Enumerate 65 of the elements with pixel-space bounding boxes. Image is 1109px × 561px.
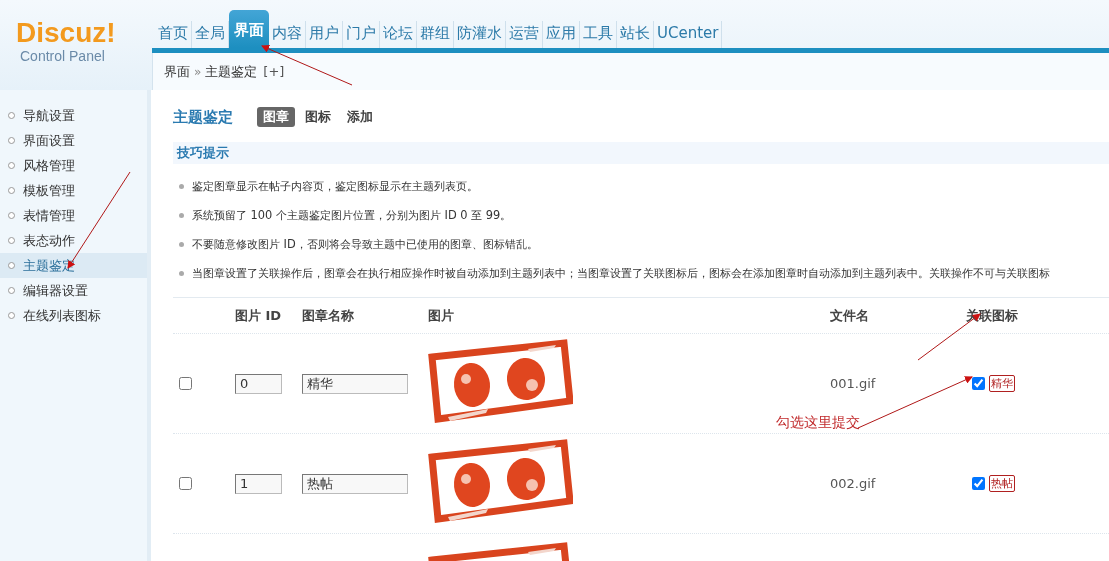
tab[interactable]: 图章 bbox=[257, 107, 295, 127]
stamp-badge: 热帖 bbox=[989, 475, 1015, 492]
link-icon-checkbox[interactable] bbox=[972, 377, 985, 390]
breadcrumb-current: 主题鉴定 bbox=[205, 62, 258, 81]
bullet-icon bbox=[179, 184, 184, 189]
nav-tab[interactable]: 用户 bbox=[306, 21, 343, 48]
annotation-text: 勾选这里提交 bbox=[776, 414, 860, 432]
bullet-icon bbox=[179, 213, 184, 218]
logo-subtitle: Control Panel bbox=[19, 48, 105, 64]
tip-text: 系统预留了 100 个主题鉴定图片位置，分别为图片 ID 0 至 99。 bbox=[192, 208, 512, 223]
bullet-icon bbox=[8, 312, 15, 319]
sidebar-item[interactable]: 编辑器设置 bbox=[0, 278, 147, 303]
tab[interactable]: 图标 bbox=[299, 107, 337, 127]
file-name: 002.gif bbox=[830, 476, 876, 491]
breadcrumb-separator: » bbox=[194, 64, 202, 79]
breadcrumb-link[interactable]: 界面 bbox=[164, 62, 190, 81]
nav-tab[interactable]: 工具 bbox=[580, 21, 617, 48]
sidebar-item[interactable]: 在线列表图标 bbox=[0, 303, 147, 328]
nav-tab[interactable]: 站长 bbox=[617, 21, 654, 48]
nav-tab[interactable]: 防灌水 bbox=[454, 21, 506, 48]
logo: Discuz! bbox=[16, 18, 116, 48]
sidebar-item[interactable]: 表情管理 bbox=[0, 203, 147, 228]
nav-tab[interactable]: 运营 bbox=[506, 21, 543, 48]
bullet-icon bbox=[8, 137, 15, 144]
nav-tab[interactable]: 首页 bbox=[155, 21, 192, 48]
link-icon-checkbox[interactable] bbox=[972, 477, 985, 490]
column-header: 图片 bbox=[428, 306, 454, 325]
sidebar-item[interactable]: 风格管理 bbox=[0, 153, 147, 178]
bullet-icon bbox=[8, 262, 15, 269]
id-field[interactable]: 1 bbox=[235, 473, 282, 494]
nav-tab[interactable]: 论坛 bbox=[380, 21, 417, 48]
bullet-icon bbox=[8, 212, 15, 219]
bullet-icon bbox=[8, 237, 15, 244]
nav-tab[interactable]: 应用 bbox=[543, 21, 580, 48]
add-shortcut-link[interactable]: [+] bbox=[263, 64, 285, 79]
sidebar-item[interactable]: 表态动作 bbox=[0, 228, 147, 253]
select-checkbox[interactable] bbox=[179, 477, 192, 490]
file-name: 001.gif bbox=[830, 376, 876, 391]
nav-tab[interactable]: 群组 bbox=[417, 21, 454, 48]
name-field[interactable]: 热帖 bbox=[302, 473, 408, 494]
sidebar-item[interactable]: 模板管理 bbox=[0, 178, 147, 203]
bullet-icon bbox=[8, 112, 15, 119]
sidebar-item[interactable]: 界面设置 bbox=[0, 128, 147, 153]
bullet-icon bbox=[8, 287, 15, 294]
bullet-icon bbox=[8, 187, 15, 194]
tip-text: 当图章设置了关联操作后，图章会在执行相应操作时被自动添加到主题列表中；当图章设置了关联图标后，图标会在添加图章时自动添加到主题列表中。关联操作不可与关联图标 bbox=[192, 266, 1050, 281]
stamp-badge: 精华 bbox=[989, 375, 1015, 392]
tip-text: 鉴定图章显示在帖子内容页，鉴定图标显示在主题列表页。 bbox=[192, 179, 478, 194]
name-field[interactable]: 精华 bbox=[302, 373, 408, 394]
bullet-icon bbox=[179, 242, 184, 247]
nav-tab[interactable]: 门户 bbox=[343, 21, 380, 48]
tips-title: 技巧提示 bbox=[177, 144, 229, 162]
column-header: 文件名 bbox=[830, 306, 869, 325]
tab[interactable]: 添加 bbox=[341, 107, 379, 127]
select-checkbox[interactable] bbox=[179, 377, 192, 390]
nav-tab[interactable]: UCenter bbox=[654, 21, 723, 48]
id-field[interactable]: 0 bbox=[235, 373, 282, 394]
nav-tab[interactable]: 内容 bbox=[269, 21, 306, 48]
bullet-icon bbox=[179, 271, 184, 276]
column-header: 图片 ID bbox=[235, 306, 282, 325]
bullet-icon bbox=[8, 162, 15, 169]
column-header: 图章名称 bbox=[302, 306, 354, 325]
tip-text: 不要随意修改图片 ID，否则将会导致主题中已使用的图章、图标错乱。 bbox=[192, 237, 538, 252]
page-title: 主题鉴定 bbox=[173, 107, 233, 127]
sidebar-item[interactable]: 导航设置 bbox=[0, 103, 147, 128]
